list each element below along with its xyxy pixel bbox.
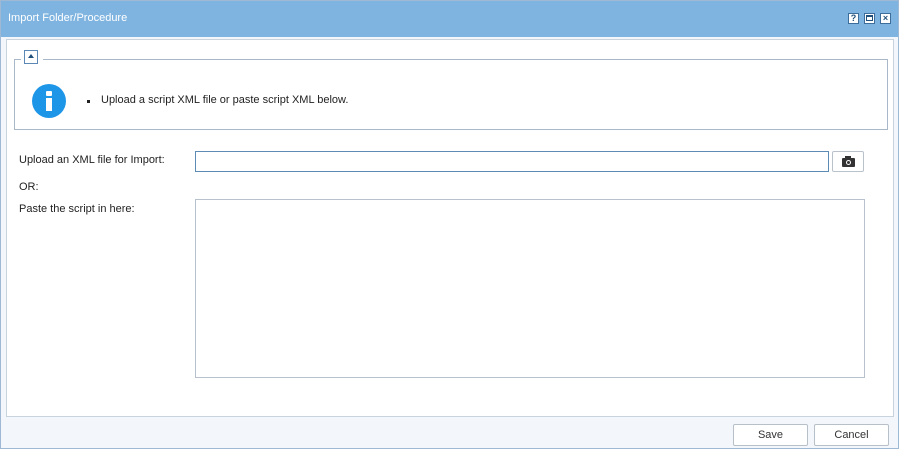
paste-label: Paste the script in here: bbox=[19, 203, 135, 215]
bullet-icon bbox=[87, 100, 90, 103]
collapse-up-icon[interactable] bbox=[24, 50, 38, 64]
save-button[interactable]: Save bbox=[733, 424, 808, 446]
cancel-button[interactable]: Cancel bbox=[814, 424, 889, 446]
maximize-icon[interactable] bbox=[864, 13, 875, 24]
or-label: OR: bbox=[19, 181, 39, 193]
script-textarea[interactable] bbox=[195, 199, 865, 378]
info-icon bbox=[32, 84, 66, 118]
upload-label: Upload an XML file for Import: bbox=[19, 154, 165, 166]
info-panel: Upload a script XML file or paste script… bbox=[14, 59, 888, 130]
import-dialog: Import Folder/Procedure ? × Upload a scr… bbox=[0, 0, 899, 449]
info-message: Upload a script XML file or paste script… bbox=[101, 94, 349, 106]
dialog-body: Upload a script XML file or paste script… bbox=[6, 39, 894, 417]
close-icon[interactable]: × bbox=[880, 13, 891, 24]
dialog-title: Import Folder/Procedure bbox=[8, 12, 128, 24]
xml-file-input[interactable] bbox=[195, 151, 829, 172]
dialog-titlebar[interactable]: Import Folder/Procedure ? × bbox=[1, 1, 898, 37]
camera-icon[interactable] bbox=[832, 151, 864, 172]
help-icon[interactable]: ? bbox=[848, 13, 859, 24]
